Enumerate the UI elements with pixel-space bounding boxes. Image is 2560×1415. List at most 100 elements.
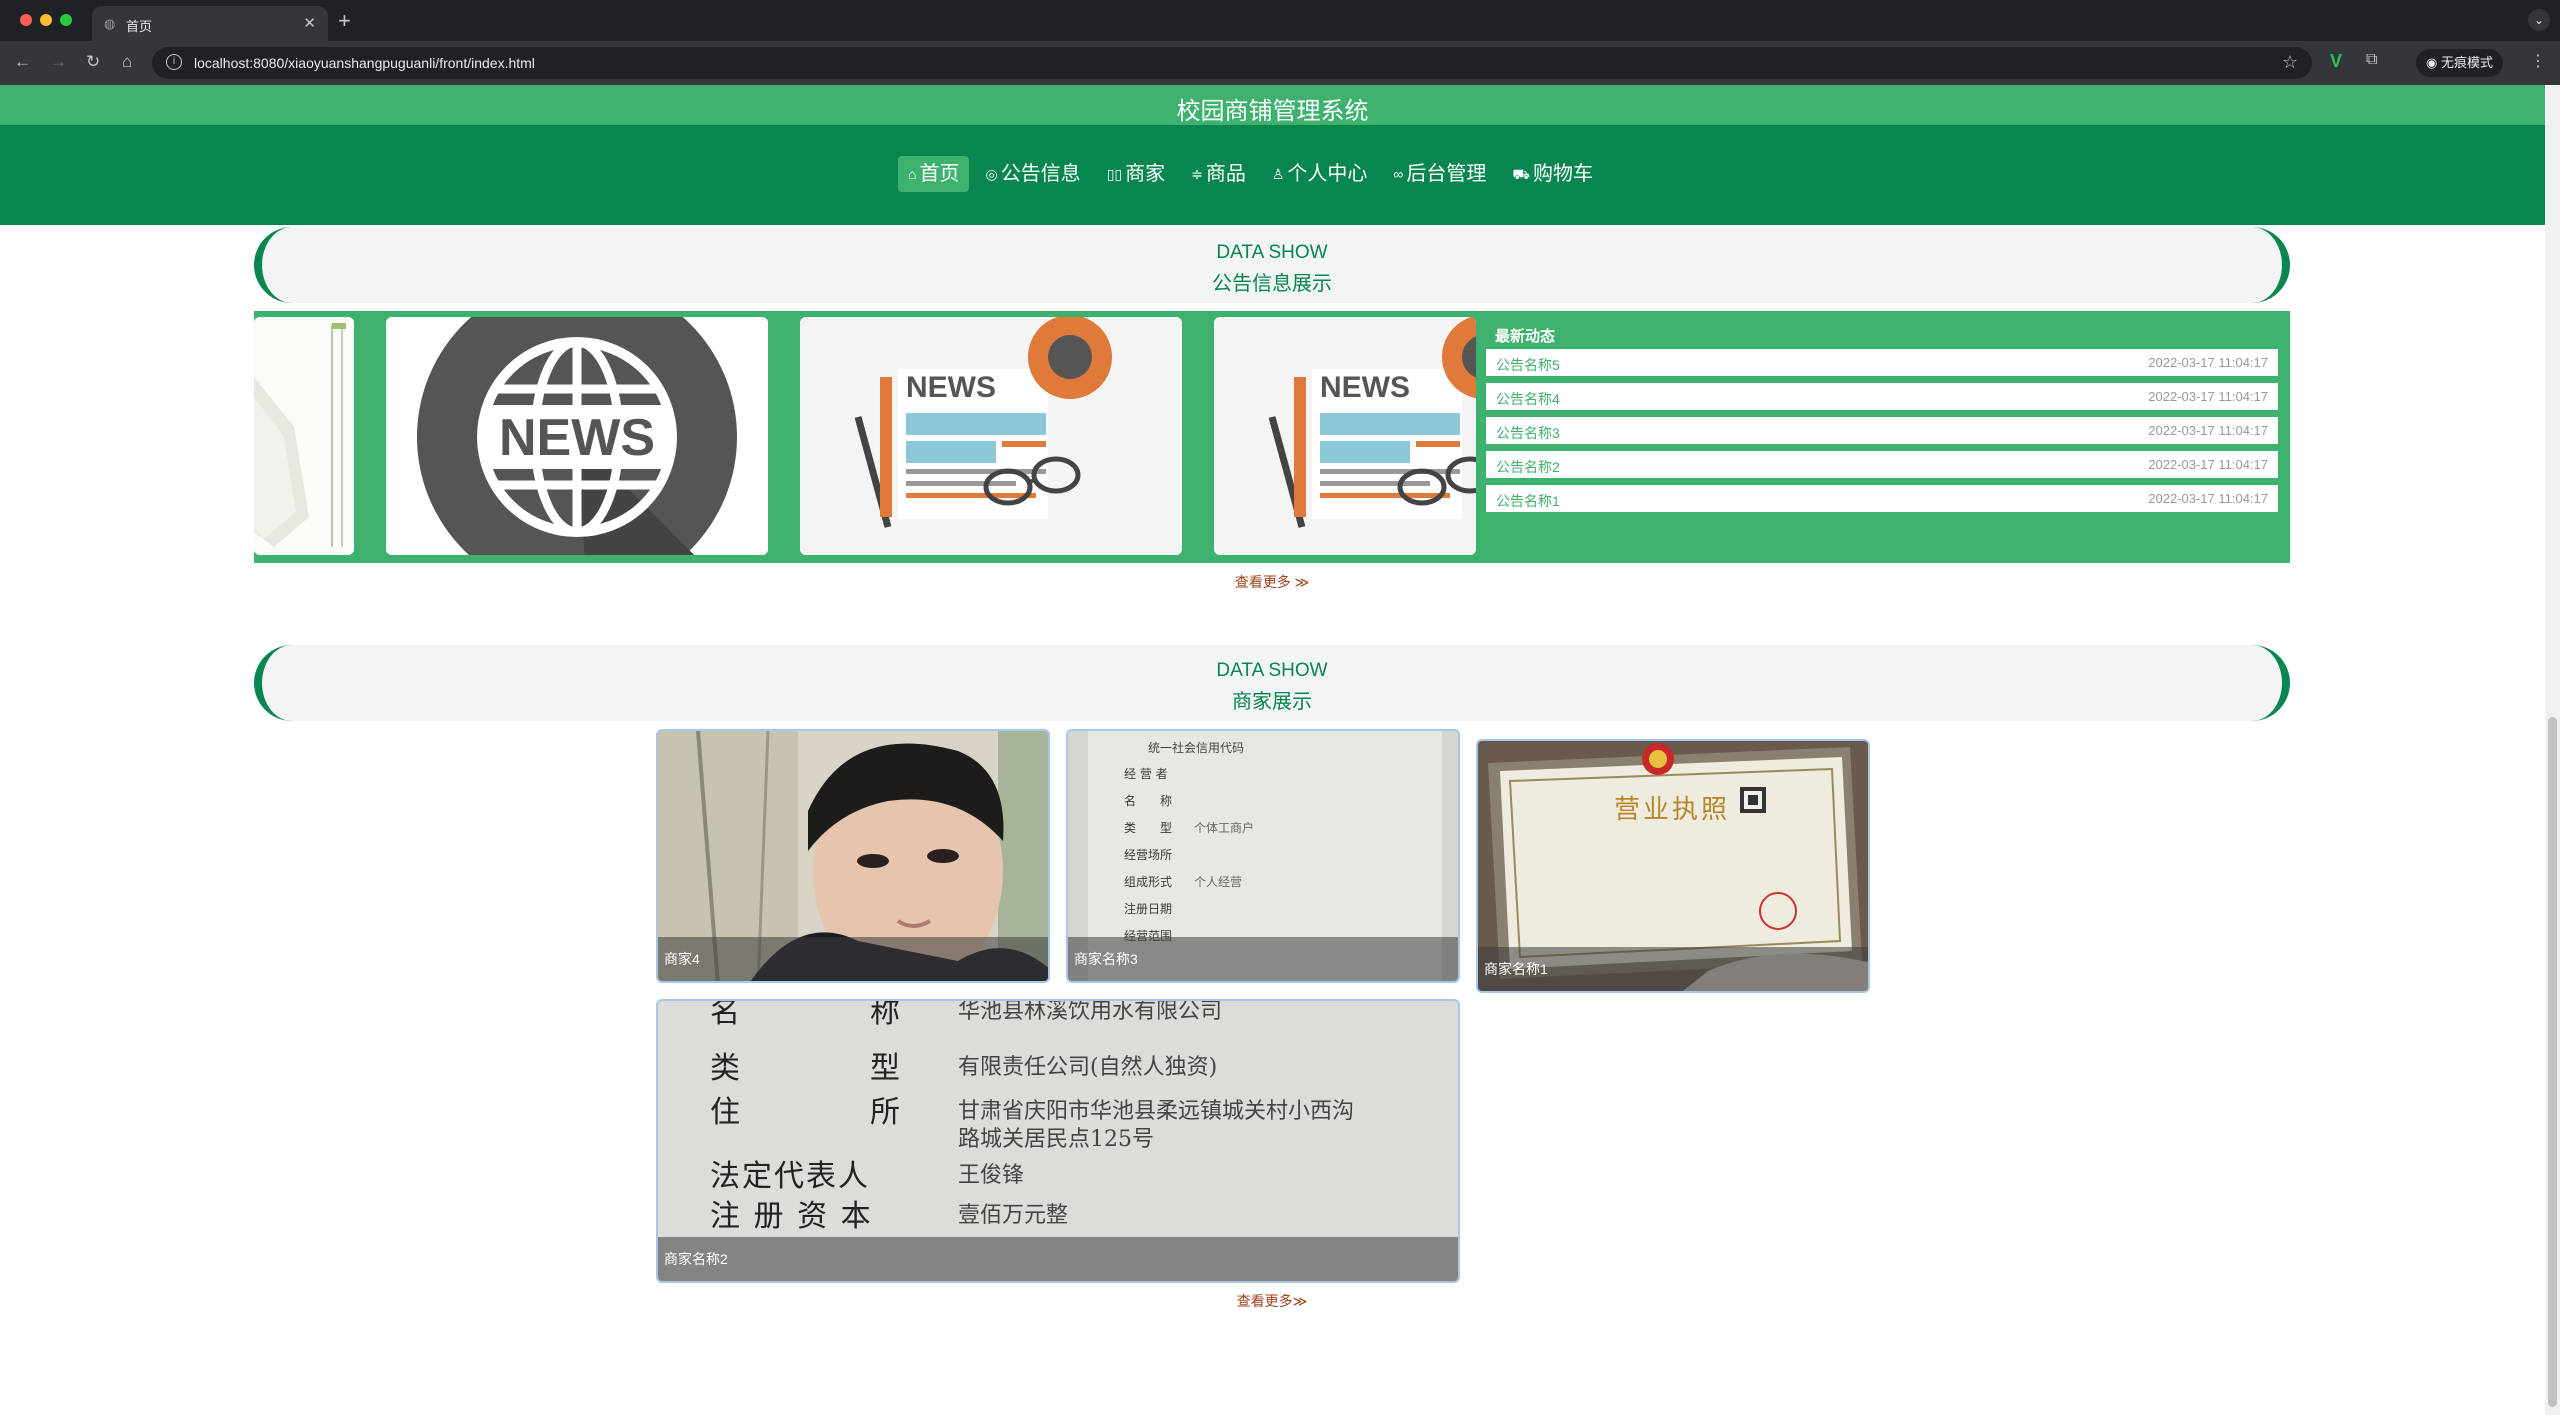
- certificate-title: 统一社会信用代码: [1148, 741, 1245, 755]
- license-field: 路城关居民点125号: [658, 1115, 1458, 1155]
- nav-item-1[interactable]: ◎ 公告信息: [975, 156, 1090, 192]
- minimize-window-button[interactable]: [40, 14, 52, 26]
- latest-news-heading: 最新动态: [1495, 328, 1556, 345]
- latest-news-panel: 最新动态 公告名称5 2022-03-17 11:04:17 公告名称4 2022-0…: [1476, 311, 2290, 563]
- license-field: 名 称 华池县林溪饮用水有限公司: [658, 999, 1458, 1030]
- news-title[interactable]: 公告名称2: [1496, 457, 1560, 477]
- nav-label: 首页: [919, 163, 960, 185]
- notice-section-header: DATA SHOW 公告信息展示: [254, 227, 2290, 303]
- tab-search-button[interactable]: ⌄: [2528, 9, 2550, 31]
- bookmark-star-icon[interactable]: ☆: [2282, 52, 2298, 73]
- tab-title: 首页: [126, 19, 153, 34]
- reload-icon[interactable]: ↻: [86, 52, 100, 72]
- certificate-field: 组成形式 个人经营: [1124, 873, 1424, 890]
- address-bar[interactable]: i localhost:8080/xiaoyuanshangpuguanli/f…: [152, 47, 2312, 79]
- license-field-value: 王俊锋: [958, 1163, 1025, 1188]
- notice-card[interactable]: [254, 317, 354, 555]
- nav-label: 商家: [1125, 163, 1166, 185]
- license-field: 类 型 有限责任公司(自然人独资): [658, 1043, 1458, 1086]
- notice-card[interactable]: NEWS: [386, 317, 768, 555]
- license-field: 法定代表人 王俊锋: [658, 1151, 1458, 1194]
- news-date: 2022-03-17 11:04:17: [2148, 355, 2268, 370]
- browser-menu-icon[interactable]: ⋮: [2530, 51, 2546, 71]
- extensions-puzzle-icon[interactable]: ⧉: [2366, 51, 2377, 69]
- nav-item-3[interactable]: ≑ 商品: [1181, 156, 1256, 192]
- close-window-button[interactable]: [20, 14, 32, 26]
- newspaper-image: NEWS: [800, 317, 1182, 555]
- forward-arrow-icon[interactable]: →: [50, 52, 67, 72]
- notice-more-link[interactable]: 查看更多 ≫: [1172, 572, 1372, 592]
- nav-item-6[interactable]: ⛟ 购物车: [1502, 156, 1603, 192]
- news-list-item[interactable]: 公告名称4 2022-03-17 11:04:17: [1486, 383, 2278, 410]
- shop-more-link[interactable]: 查看更多≫: [1172, 1291, 1372, 1311]
- certificate-field: 经营场所: [1124, 846, 1424, 863]
- news-logo-text: NEWS: [499, 409, 655, 467]
- news-list-item[interactable]: 公告名称5 2022-03-17 11:04:17: [1486, 349, 2278, 376]
- shop-label-bar: 商家4: [658, 937, 1048, 981]
- news-date: 2022-03-17 11:04:17: [2148, 389, 2268, 404]
- nav-item-2[interactable]: ▯▯ 商家: [1097, 156, 1175, 192]
- nav-item-5[interactable]: ∞ 后台管理: [1383, 156, 1496, 192]
- store-icon: ▯▯: [1106, 166, 1123, 182]
- notice-image: [254, 317, 354, 555]
- vue-devtools-icon[interactable]: V: [2330, 51, 2342, 72]
- section-en-title: DATA SHOW: [1216, 242, 1328, 263]
- news-title[interactable]: 公告名称1: [1496, 491, 1560, 511]
- news-list-item[interactable]: 公告名称2 2022-03-17 11:04:17: [1486, 451, 2278, 478]
- notice-card[interactable]: NEWS: [800, 317, 1182, 555]
- new-tab-button[interactable]: +: [338, 8, 351, 34]
- shop-name: 商家名称1: [1484, 961, 1548, 977]
- license-field-value: 路城关居民点125号: [958, 1127, 1154, 1152]
- incognito-icon: ◉: [2426, 55, 2441, 70]
- license-field-value: 有限责任公司(自然人独资): [958, 1055, 1218, 1080]
- license-field-key: 类 型: [710, 1051, 902, 1086]
- certificate-field-key: 组成形式: [1124, 875, 1173, 889]
- scrollbar-thumb[interactable]: [2548, 717, 2557, 1407]
- close-tab-icon[interactable]: ✕: [303, 14, 316, 32]
- shop-name: 商家4: [664, 951, 700, 967]
- back-arrow-icon[interactable]: ←: [14, 52, 31, 72]
- nav-label: 后台管理: [1406, 163, 1487, 185]
- shop-label-bar: 商家名称2: [658, 1237, 1458, 1281]
- user-icon: ♙: [1271, 166, 1285, 182]
- certificate-field-key: 经 营 者: [1124, 767, 1168, 781]
- nav-label: 商品: [1205, 163, 1246, 185]
- shop-section-header: DATA SHOW 商家展示: [254, 645, 2290, 721]
- notice-carousel: NEWS NEWS NEWS 最新动态 公告名称5 2022-03-17 11:…: [254, 311, 2290, 563]
- news-list-item[interactable]: 公告名称1 2022-03-17 11:04:17: [1486, 485, 2278, 512]
- news-date: 2022-03-17 11:04:17: [2148, 457, 2268, 472]
- shop-card[interactable]: 营业执照 商家名称1: [1476, 739, 1870, 993]
- license-field-value: 华池县林溪饮用水有限公司: [958, 999, 1223, 1024]
- nav-label: 个人中心: [1287, 163, 1368, 185]
- target-icon: ◎: [985, 166, 998, 182]
- link-icon: ∞: [1393, 166, 1404, 182]
- nav-label: 公告信息: [1000, 163, 1081, 185]
- maximize-window-button[interactable]: [60, 14, 72, 26]
- shop-label-bar: 商家名称1: [1478, 947, 1868, 991]
- shop-card[interactable]: 名 称华池县林溪饮用水有限公司类 型有限责任公司(自然人独资) 住 所甘肃省庆阳市…: [656, 999, 1460, 1283]
- nav-item-4[interactable]: ♙ 个人中心: [1262, 156, 1378, 192]
- site-info-icon[interactable]: i: [166, 54, 182, 70]
- browser-tab[interactable]: ◍ 首页 ✕: [92, 6, 328, 41]
- certificate-field-key: 注册日期: [1124, 902, 1173, 916]
- incognito-badge[interactable]: ◉ 无痕模式: [2416, 49, 2503, 77]
- site-header: 校园商铺管理系统: [0, 85, 2545, 125]
- home-icon[interactable]: ⌂: [122, 52, 132, 72]
- nav-item-0[interactable]: ⌂ 首页: [898, 156, 970, 192]
- certificate-field-key: 类 型: [1124, 821, 1173, 835]
- browser-toolbar: ← → ↻ ⌂ i localhost:8080/xiaoyuanshangpu…: [0, 41, 2560, 85]
- certificate-field-key: 名 称: [1124, 794, 1173, 808]
- svg-text:NEWS: NEWS: [906, 371, 996, 404]
- news-title[interactable]: 公告名称5: [1496, 355, 1560, 375]
- shop-card[interactable]: 统一社会信用代码 经 营 者名 称类 型 个体工商户 经营场所 组成形式 个人经营 注册日…: [1066, 729, 1460, 983]
- site-title: 校园商铺管理系统: [1176, 98, 1369, 125]
- certificate-field: 经 营 者: [1124, 765, 1424, 782]
- shop-card[interactable]: 商家4: [656, 729, 1050, 983]
- news-title[interactable]: 公告名称3: [1496, 423, 1560, 443]
- license-field-key: 名 称: [710, 999, 902, 1030]
- notice-card[interactable]: NEWS: [1214, 317, 1476, 555]
- url-text[interactable]: localhost:8080/xiaoyuanshangpuguanli/fro…: [194, 55, 535, 71]
- news-title[interactable]: 公告名称4: [1496, 389, 1560, 409]
- news-list-item[interactable]: 公告名称3 2022-03-17 11:04:17: [1486, 417, 2278, 444]
- page-scrollbar[interactable]: [2545, 85, 2560, 1415]
